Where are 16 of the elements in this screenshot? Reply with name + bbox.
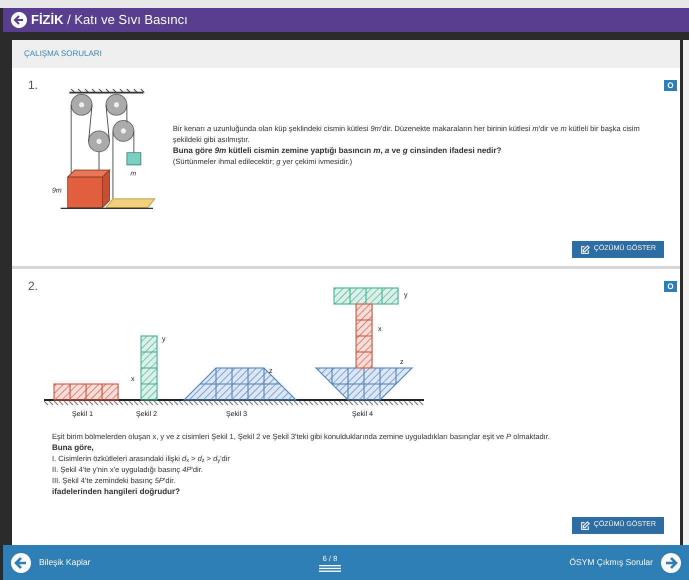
question-text: Buna göre, [52,442,95,453]
scrollbar[interactable] [683,40,689,545]
question-number: 1. [28,77,40,94]
back-icon[interactable] [11,12,27,28]
next-topic-link[interactable]: ÖSYM Çıkmış Sorular [569,552,681,572]
question-marker: O [664,281,677,292]
question-text: Buna göre 9m kütleli cismin zemine yaptığı basıncın m, a ve g cinsinden ifadesi nedir? [172,145,502,156]
question-number: 2. [28,278,40,295]
question-text: ifadelerinden hangileri doğrudur? [52,486,182,497]
menu-icon[interactable] [318,564,341,572]
page-title: FİZİK / Katı ve Sıvı Basıncı [31,11,188,30]
section-title: ÇALIŞMA SORULARI [24,48,102,60]
edit-icon [580,520,590,530]
question-marker: O [664,80,677,91]
previous-topic-link[interactable]: Bileşik Kaplar [11,552,90,572]
edit-icon [580,244,590,254]
